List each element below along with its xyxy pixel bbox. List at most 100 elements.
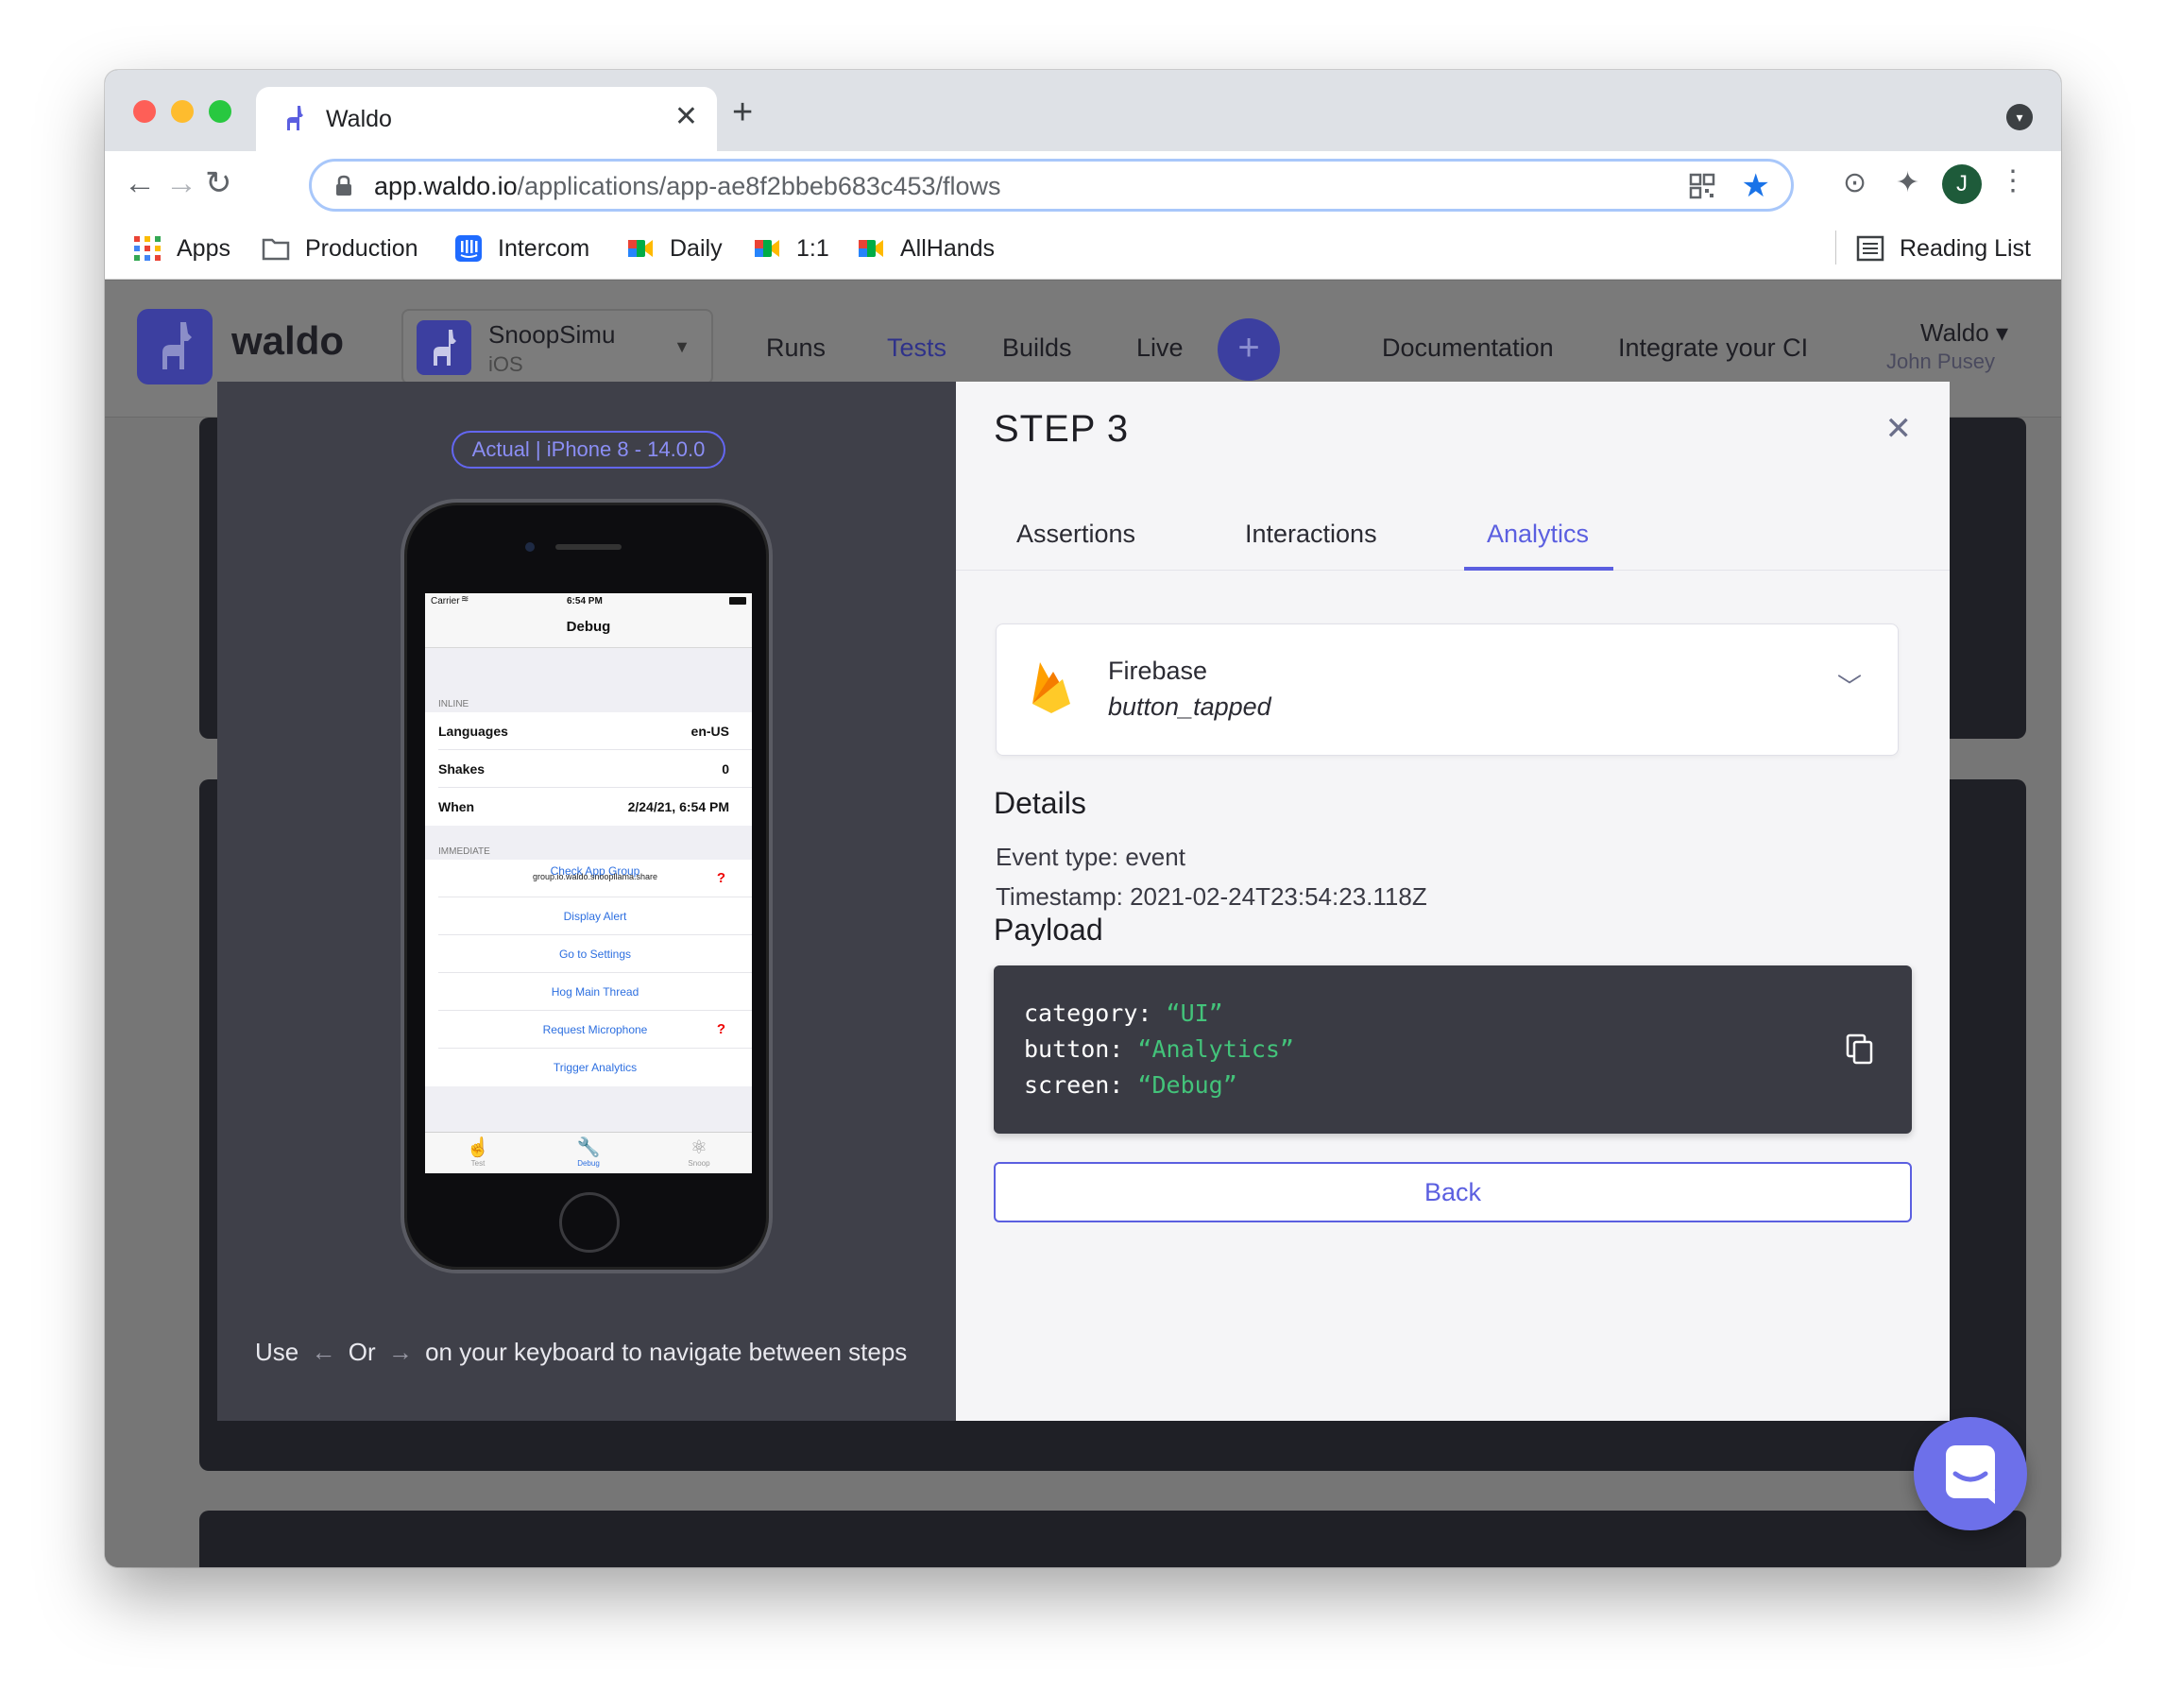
event-timestamp: Timestamp: 2021-02-24T23:54:23.118Z <box>996 882 1427 911</box>
forward-arrow-icon[interactable]: → <box>165 164 197 202</box>
back-arrow-icon[interactable]: ← <box>124 164 156 202</box>
chevron-down-icon: ▼ <box>673 337 690 356</box>
chevron-down-icon[interactable]: ﹀ <box>1837 668 1862 703</box>
waldo-logo-text[interactable]: waldo <box>231 318 344 364</box>
firebase-icon <box>1032 662 1070 713</box>
back-button[interactable]: Back <box>994 1162 1912 1222</box>
profile-avatar[interactable]: J <box>1942 164 1982 204</box>
reading-list-button[interactable]: Reading List <box>1856 232 2031 265</box>
google-meet-icon <box>755 240 779 257</box>
chrome-menu-icon[interactable]: ⋮ <box>1999 164 2027 197</box>
nav-builds[interactable]: Builds <box>1002 333 1072 363</box>
ios-section-immediate: IMMEDIATE <box>438 846 490 857</box>
app-selector[interactable]: SnoopSimu iOS ▼ <box>401 309 713 384</box>
ios-tab-test: ☝ Test <box>450 1136 506 1168</box>
wifi-icon: ≋ <box>461 594 469 605</box>
reading-list-label: Reading List <box>1900 234 2031 262</box>
ios-inline-group: Languages en-US Shakes 0 When 2/24/21, 6:54… <box>425 712 752 826</box>
bookmark-production[interactable]: Production <box>262 232 418 265</box>
address-bar[interactable]: app.waldo.io/applications/app-ae8f2bbeb6… <box>309 159 1794 212</box>
payload-heading: Payload <box>994 913 1103 947</box>
tab-search-icon[interactable]: ▾ <box>2006 104 2033 130</box>
nav-integrate-ci[interactable]: Integrate your CI <box>1618 333 1808 363</box>
puzzle-piece-icon[interactable]: ✦ <box>1896 166 1919 199</box>
browser-toolbar: ← → ↻ app.waldo.io/applications/app-ae8f… <box>105 151 2061 217</box>
screenshot-panel: Actual | iPhone 8 - 14.0.0 Carrier ≋ 6:5… <box>217 382 956 1421</box>
reload-icon[interactable]: ↻ <box>205 164 232 202</box>
apps-grid-icon <box>134 236 161 261</box>
battery-icon <box>729 597 746 605</box>
payload-line: button: “Analytics” <box>1024 1035 1294 1063</box>
waldo-app: waldo SnoopSimu iOS ▼ Runs Tests Builds … <box>105 281 2061 1567</box>
new-tab-icon[interactable]: + <box>732 94 753 130</box>
hand-pointer-icon: ☝ <box>466 1137 490 1158</box>
nav-tests[interactable]: Tests <box>887 333 946 363</box>
user-org[interactable]: Waldo ▾ <box>1920 318 2008 348</box>
add-button[interactable]: + <box>1218 318 1280 381</box>
intercom-chat-button[interactable] <box>1914 1417 2027 1530</box>
bookmark-label: Daily <box>670 234 723 262</box>
google-meet-icon <box>859 240 883 257</box>
ios-link-row: Go to Settings <box>438 935 752 973</box>
ios-row: Shakes 0 <box>438 750 752 788</box>
maximize-window-button[interactable] <box>209 100 231 123</box>
wrench-icon: 🔧 <box>576 1137 601 1158</box>
qr-code-icon[interactable] <box>1689 173 1715 199</box>
ios-tab-bar: ☝ Test 🔧 Debug ⚛ Snoop <box>425 1132 752 1173</box>
keyboard-hint: Use ← Or → on your keyboard to navigate … <box>255 1338 908 1366</box>
extension-circle-icon[interactable]: ⊙ <box>1843 166 1867 199</box>
nav-live[interactable]: Live <box>1136 333 1184 363</box>
ios-link-row: Request Microphone? <box>438 1011 752 1049</box>
atom-icon: ⚛ <box>690 1137 707 1158</box>
ios-status-bar: Carrier ≋ 6:54 PM <box>425 593 752 610</box>
iphone-frame: Carrier ≋ 6:54 PM Debug INLINE Languages… <box>401 499 773 1273</box>
nav-documentation[interactable]: Documentation <box>1382 333 1554 363</box>
folder-icon <box>262 238 290 261</box>
close-icon[interactable]: ✕ <box>1885 410 1913 448</box>
phone-screen: Carrier ≋ 6:54 PM Debug INLINE Languages… <box>425 593 752 1173</box>
bookmark-allhands[interactable]: AllHands <box>857 232 995 265</box>
copy-icon[interactable] <box>1846 1033 1874 1066</box>
analytics-event-card[interactable]: Firebase button_tapped ﹀ <box>996 623 1899 756</box>
payload-line: category: “UI” <box>1024 999 1223 1027</box>
bookmarks-bar: Apps Production Intercom Daily 1:1 AllHa… <box>105 217 2061 280</box>
bookmark-label: Apps <box>177 234 230 262</box>
tab-interactions[interactable]: Interactions <box>1245 520 1377 549</box>
waldo-logo-icon[interactable] <box>137 309 213 384</box>
device-badge: Actual | iPhone 8 - 14.0.0 <box>452 431 725 469</box>
tab-assertions[interactable]: Assertions <box>1016 520 1135 549</box>
bookmark-label: Production <box>305 234 418 262</box>
payload-line: screen: “Debug” <box>1024 1071 1237 1099</box>
app-icon <box>417 320 471 375</box>
ios-row: When 2/24/21, 6:54 PM <box>438 799 729 814</box>
browser-tab[interactable]: Waldo ✕ <box>256 87 717 151</box>
active-tab-indicator <box>1464 567 1613 571</box>
event-type: Event type: event <box>996 843 1185 871</box>
tab-close-icon[interactable]: ✕ <box>674 100 698 133</box>
bookmark-daily[interactable]: Daily <box>626 232 723 265</box>
right-arrow-icon: → <box>387 1338 413 1366</box>
bookmark-apps[interactable]: Apps <box>133 232 230 265</box>
close-window-button[interactable] <box>133 100 156 123</box>
ios-link-row: Display Alert <box>438 897 752 935</box>
bookmark-one-on-one[interactable]: 1:1 <box>753 232 829 265</box>
event-name: button_tapped <box>1108 692 1271 721</box>
event-provider: Firebase <box>1108 657 1208 685</box>
ios-link-row: Hog Main Thread <box>438 973 752 1011</box>
url-text: app.waldo.io/applications/app-ae8f2bbeb6… <box>374 172 1001 200</box>
minimize-window-button[interactable] <box>171 100 194 123</box>
ios-immediate-group: Check App Group group.io.waldo.snoopllama… <box>425 860 752 1086</box>
tab-analytics[interactable]: Analytics <box>1487 520 1589 549</box>
home-button <box>559 1192 620 1253</box>
ios-tab-snoop: ⚛ Snoop <box>671 1136 727 1168</box>
bookmark-intercom[interactable]: Intercom <box>454 232 589 265</box>
nav-runs[interactable]: Runs <box>766 333 826 363</box>
intercom-icon <box>455 235 482 262</box>
step-title: STEP 3 <box>994 408 1130 450</box>
tab-title: Waldo <box>326 106 392 132</box>
browser-window: Waldo ✕ + ▾ ← → ↻ app.waldo.io/applicati… <box>105 70 2061 1567</box>
bookmark-star-icon[interactable]: ★ <box>1742 167 1770 205</box>
left-arrow-icon: ← <box>311 1338 336 1366</box>
step-tabs: Assertions Interactions Analytics <box>956 504 1950 571</box>
bookmarks-divider <box>1835 231 1836 265</box>
